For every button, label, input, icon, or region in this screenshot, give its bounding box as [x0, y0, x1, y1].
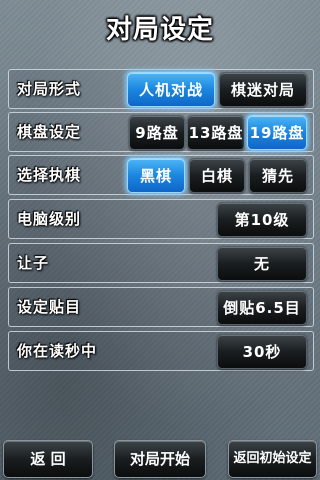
page-title: 对局设定 — [105, 15, 214, 45]
black-stone-button[interactable]: 黑棋 — [127, 158, 185, 193]
computer-level-label: 电脑级别 — [17, 210, 82, 228]
player-vs-player-button[interactable]: 棋迷对局 — [219, 72, 307, 107]
back-button[interactable]: 返 回 — [3, 440, 93, 478]
start-game-button[interactable]: 对局开始 — [114, 440, 206, 478]
board-9-button[interactable]: 9路盘 — [129, 115, 185, 150]
human-vs-computer-button[interactable]: 人机对战 — [127, 72, 215, 107]
nigiri-button[interactable]: 猜先 — [249, 158, 307, 193]
board-size-label: 棋盘设定 — [17, 123, 82, 141]
row-byoyomi: 你在读秒中 30秒 — [8, 331, 314, 371]
white-stone-button[interactable]: 白棋 — [189, 158, 245, 193]
byoyomi-button[interactable]: 30秒 — [217, 334, 307, 369]
reset-defaults-button[interactable]: 返回初始设定 — [228, 440, 317, 478]
komi-label: 设定贴目 — [17, 298, 82, 316]
game-mode-label: 对局形式 — [17, 80, 82, 98]
row-board-size: 棋盘设定 9路盘 13路盘 19路盘 — [8, 112, 314, 152]
row-komi: 设定贴目 倒贴6.5目 — [8, 287, 314, 327]
byoyomi-label: 你在读秒中 — [17, 342, 98, 360]
row-handicap: 让子 无 — [8, 243, 314, 283]
komi-button[interactable]: 倒贴6.5目 — [217, 290, 307, 325]
handicap-button[interactable]: 无 — [217, 246, 307, 281]
row-stone-color: 选择执棋 黑棋 白棋 猜先 — [8, 155, 314, 195]
board-13-button[interactable]: 13路盘 — [187, 115, 245, 150]
stone-color-label: 选择执棋 — [17, 166, 82, 184]
board-19-button[interactable]: 19路盘 — [247, 115, 307, 150]
handicap-label: 让子 — [17, 254, 50, 272]
row-game-mode: 对局形式 人机对战 棋迷对局 — [8, 69, 314, 109]
row-computer-level: 电脑级别 第10级 — [8, 199, 314, 239]
computer-level-button[interactable]: 第10级 — [217, 202, 307, 237]
